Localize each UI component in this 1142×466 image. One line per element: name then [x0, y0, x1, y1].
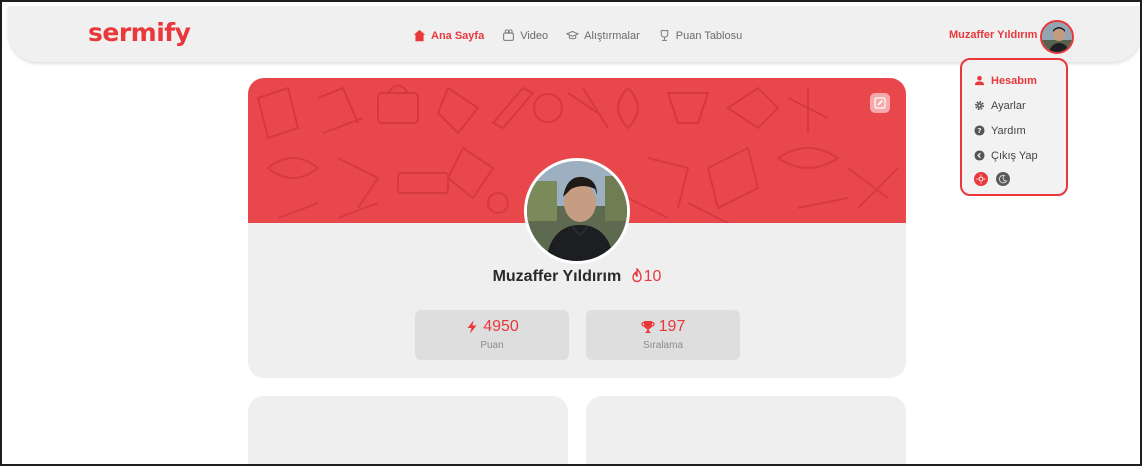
nav-item-exercises[interactable]: Alıştırmalar — [566, 29, 640, 42]
stat-rank-value: 197 — [658, 318, 686, 335]
nav-item-label: Ana Sayfa — [431, 29, 485, 42]
user-dropdown-menu: Hesabım Ayarlar ? Yardım Çıkış Yap — [960, 58, 1068, 196]
video-icon — [503, 29, 515, 41]
profile-card: Muzaffer Yıldırım 10 4950 Puan 197 Sıral… — [248, 78, 906, 378]
lightning-icon — [467, 320, 477, 334]
menu-item-label: Çıkış Yap — [991, 149, 1038, 162]
edit-icon — [874, 97, 886, 109]
logo[interactable]: sermify — [88, 18, 191, 47]
stat-rank-label: Sıralama — [642, 340, 683, 351]
theme-switcher — [974, 172, 1066, 186]
stat-points-value: 4950 — [483, 318, 519, 335]
menu-item-help[interactable]: ? Yardım — [974, 118, 1066, 143]
sun-icon[interactable] — [974, 172, 988, 186]
menu-item-logout[interactable]: Çıkış Yap — [974, 143, 1066, 168]
menu-item-label: Ayarlar — [991, 99, 1026, 112]
home-icon — [413, 29, 426, 42]
content-card-right — [586, 396, 906, 464]
nav-item-video[interactable]: Video — [502, 29, 548, 42]
gear-icon — [975, 101, 984, 110]
nav-item-leaderboard[interactable]: Puan Tablosu — [658, 29, 742, 42]
edit-profile-button[interactable] — [870, 93, 890, 113]
logout-icon — [974, 150, 985, 161]
graduation-cap-icon — [566, 30, 580, 40]
profile-name: Muzaffer Yıldırım 10 — [248, 267, 906, 286]
user-icon — [974, 75, 985, 86]
content-card-left — [248, 396, 568, 464]
menu-item-label: Yardım — [991, 124, 1026, 137]
trophy-icon — [660, 30, 669, 41]
menu-item-account[interactable]: Hesabım — [974, 68, 1066, 93]
header-user-name[interactable]: Muzaffer Yıldırım — [949, 29, 1037, 41]
stat-points: 4950 Puan — [415, 310, 569, 360]
nav-item-label: Video — [520, 29, 549, 42]
header-avatar[interactable] — [1040, 20, 1074, 54]
menu-item-label: Hesabım — [991, 74, 1037, 87]
top-navbar: sermify Ana Sayfa Video Alıştırmalar Pua… — [8, 6, 1140, 62]
nav-item-label: Alıştırmalar — [584, 29, 640, 42]
nav-item-home[interactable]: Ana Sayfa — [413, 29, 484, 42]
nav-item-label: Puan Tablosu — [675, 29, 743, 42]
trophy-icon — [640, 321, 655, 333]
svg-text:?: ? — [977, 126, 981, 135]
main-nav: Ana Sayfa Video Alıştırmalar Puan Tablos… — [413, 29, 742, 42]
stat-points-label: Puan — [480, 340, 504, 351]
app-window: sermify Ana Sayfa Video Alıştırmalar Pua… — [0, 0, 1142, 466]
moon-icon[interactable] — [996, 172, 1010, 186]
stat-rank: 197 Sıralama — [586, 310, 740, 360]
user-avatar-image — [1042, 22, 1072, 52]
menu-item-settings[interactable]: Ayarlar — [974, 93, 1066, 118]
streak-badge: 10 — [630, 267, 662, 285]
fire-icon — [631, 267, 642, 283]
profile-photo — [527, 161, 627, 261]
profile-name-text: Muzaffer Yıldırım — [492, 268, 622, 285]
streak-count: 10 — [643, 268, 662, 285]
profile-avatar[interactable] — [524, 158, 630, 264]
question-icon: ? — [974, 125, 985, 136]
